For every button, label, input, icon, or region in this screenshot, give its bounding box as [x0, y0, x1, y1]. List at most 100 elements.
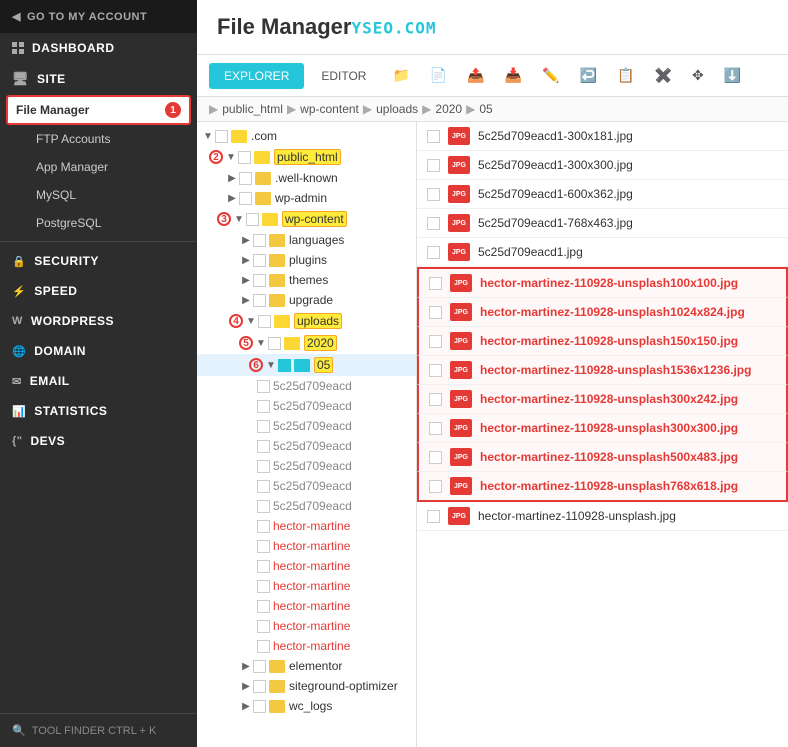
- tree-file-hm7[interactable]: hector-martine: [197, 636, 416, 656]
- tree-checkbox-f7[interactable]: [257, 500, 270, 513]
- file-checkbox[interactable]: [429, 393, 442, 406]
- tree-file-hm3[interactable]: hector-martine: [197, 556, 416, 576]
- tree-file-hm5[interactable]: hector-martine: [197, 596, 416, 616]
- tree-wp-content[interactable]: 3 ▼ wp-content: [197, 208, 416, 230]
- file-checkbox[interactable]: [429, 451, 442, 464]
- breadcrumb-public-html[interactable]: public_html: [222, 102, 283, 116]
- tree-plugins[interactable]: ▶ plugins: [197, 250, 416, 270]
- tree-2020[interactable]: 5 ▼ 2020: [197, 332, 416, 354]
- sidebar-item-file-manager[interactable]: File Manager 1: [6, 95, 191, 125]
- copy-icon[interactable]: 📋: [608, 61, 643, 90]
- tree-05[interactable]: 6 ▼ 05: [197, 354, 416, 376]
- sidebar-item-ftp-accounts[interactable]: FTP Accounts: [0, 125, 197, 153]
- tree-checkbox-well-known[interactable]: [239, 172, 252, 185]
- tree-checkbox-hm1[interactable]: [257, 520, 270, 533]
- tree-file-5[interactable]: 5c25d709eacd: [197, 456, 416, 476]
- compress-icon[interactable]: ⬇️: [715, 61, 750, 90]
- tree-domain[interactable]: ▼ .com: [197, 126, 416, 146]
- tree-checkbox-2020[interactable]: [268, 337, 281, 350]
- file-row[interactable]: JPG5c25d709eacd1-300x181.jpg: [417, 122, 788, 151]
- file-checkbox[interactable]: [429, 277, 442, 290]
- tree-elementor[interactable]: ▶ elementor: [197, 656, 416, 676]
- tree-checkbox-f2[interactable]: [257, 400, 270, 413]
- file-checkbox[interactable]: [429, 422, 442, 435]
- tree-checkbox-hm2[interactable]: [257, 540, 270, 553]
- file-row[interactable]: JPGhector-martinez-110928-unsplash100x10…: [417, 267, 788, 298]
- sidebar-section-devs[interactable]: {" DEVS: [0, 426, 197, 456]
- file-checkbox[interactable]: [429, 335, 442, 348]
- editor-button[interactable]: EDITOR: [306, 63, 381, 89]
- tree-checkbox-upgrade[interactable]: [253, 294, 266, 307]
- sidebar-item-app-manager[interactable]: App Manager: [0, 153, 197, 181]
- move-icon[interactable]: ✥: [683, 61, 713, 90]
- file-row[interactable]: JPGhector-martinez-110928-unsplash768x61…: [417, 472, 788, 502]
- tree-file-hm2[interactable]: hector-martine: [197, 536, 416, 556]
- edit-icon[interactable]: ✏️: [533, 61, 568, 90]
- new-folder-icon[interactable]: 📁: [383, 61, 418, 90]
- file-row[interactable]: JPG5c25d709eacd1-600x362.jpg: [417, 180, 788, 209]
- file-row[interactable]: JPGhector-martinez-110928-unsplash1536x1…: [417, 356, 788, 385]
- file-row[interactable]: JPG5c25d709eacd1-300x300.jpg: [417, 151, 788, 180]
- file-checkbox[interactable]: [429, 364, 442, 377]
- tree-file-6[interactable]: 5c25d709eacd: [197, 476, 416, 496]
- tree-checkbox-hm7[interactable]: [257, 640, 270, 653]
- tree-checkbox-wc-logs[interactable]: [253, 700, 266, 713]
- file-checkbox[interactable]: [427, 246, 440, 259]
- tool-finder[interactable]: 🔍 TOOL FINDER CTRL + K: [0, 713, 197, 747]
- file-checkbox[interactable]: [427, 130, 440, 143]
- file-row[interactable]: JPGhector-martinez-110928-unsplash300x30…: [417, 414, 788, 443]
- sidebar-item-mysql[interactable]: MySQL: [0, 181, 197, 209]
- file-row[interactable]: JPG5c25d709eacd1-768x463.jpg: [417, 209, 788, 238]
- tree-checkbox-f5[interactable]: [257, 460, 270, 473]
- file-checkbox[interactable]: [427, 217, 440, 230]
- sidebar-section-wordpress[interactable]: W WORDPRESS: [0, 306, 197, 336]
- tree-languages[interactable]: ▶ languages: [197, 230, 416, 250]
- tree-checkbox-f3[interactable]: [257, 420, 270, 433]
- file-row[interactable]: JPGhector-martinez-110928-unsplash150x15…: [417, 327, 788, 356]
- sidebar-section-domain[interactable]: 🌐 DOMAIN: [0, 336, 197, 366]
- breadcrumb-2020[interactable]: 2020: [435, 102, 462, 116]
- file-checkbox[interactable]: [429, 306, 442, 319]
- sidebar-section-security[interactable]: 🔒 SECURITY: [0, 246, 197, 276]
- tree-checkbox-hm6[interactable]: [257, 620, 270, 633]
- file-row[interactable]: JPGhector-martinez-110928-unsplash1024x8…: [417, 298, 788, 327]
- file-checkbox[interactable]: [429, 480, 442, 493]
- tree-checkbox-hm4[interactable]: [257, 580, 270, 593]
- tree-checkbox-elementor[interactable]: [253, 660, 266, 673]
- tree-uploads[interactable]: 4 ▼ uploads: [197, 310, 416, 332]
- tree-wp-admin[interactable]: ▶ wp-admin: [197, 188, 416, 208]
- rename-icon[interactable]: ↩️: [571, 61, 606, 90]
- tree-checkbox-uploads[interactable]: [258, 315, 271, 328]
- tree-checkbox-hm3[interactable]: [257, 560, 270, 573]
- sidebar-section-speed[interactable]: ⚡ SPEED: [0, 276, 197, 306]
- tree-checkbox-hm5[interactable]: [257, 600, 270, 613]
- breadcrumb-uploads[interactable]: uploads: [376, 102, 418, 116]
- tree-file-4[interactable]: 5c25d709eacd: [197, 436, 416, 456]
- tree-checkbox-wp-admin[interactable]: [239, 192, 252, 205]
- tree-file-hm6[interactable]: hector-martine: [197, 616, 416, 636]
- tree-upgrade[interactable]: ▶ upgrade: [197, 290, 416, 310]
- tree-public-html[interactable]: 2 ▼ public_html: [197, 146, 416, 168]
- tree-checkbox-domain[interactable]: [215, 130, 228, 143]
- breadcrumb-05[interactable]: 05: [479, 102, 492, 116]
- explorer-button[interactable]: EXPLORER: [209, 63, 304, 89]
- tree-file-hm1[interactable]: hector-martine: [197, 516, 416, 536]
- delete-icon[interactable]: ✖️: [646, 61, 681, 90]
- tree-file-2[interactable]: 5c25d709eacd: [197, 396, 416, 416]
- sidebar-section-site[interactable]: 🖥 SITE: [0, 63, 197, 95]
- tree-checkbox-wp-content[interactable]: [246, 213, 259, 226]
- tree-checkbox-languages[interactable]: [253, 234, 266, 247]
- sidebar-section-dashboard[interactable]: DASHBOARD: [0, 33, 197, 63]
- file-checkbox[interactable]: [427, 510, 440, 523]
- tree-file-1[interactable]: 5c25d709eacd: [197, 376, 416, 396]
- tree-siteground[interactable]: ▶ siteground-optimizer: [197, 676, 416, 696]
- download-icon[interactable]: 📥: [496, 61, 531, 90]
- sidebar-item-postgresql[interactable]: PostgreSQL: [0, 209, 197, 237]
- tree-wc-logs[interactable]: ▶ wc_logs: [197, 696, 416, 716]
- sidebar-section-statistics[interactable]: 📊 STATISTICS: [0, 396, 197, 426]
- tree-checkbox-themes[interactable]: [253, 274, 266, 287]
- tree-checkbox-plugins[interactable]: [253, 254, 266, 267]
- tree-well-known[interactable]: ▶ .well-known: [197, 168, 416, 188]
- tree-checkbox-f6[interactable]: [257, 480, 270, 493]
- tree-checkbox-siteground[interactable]: [253, 680, 266, 693]
